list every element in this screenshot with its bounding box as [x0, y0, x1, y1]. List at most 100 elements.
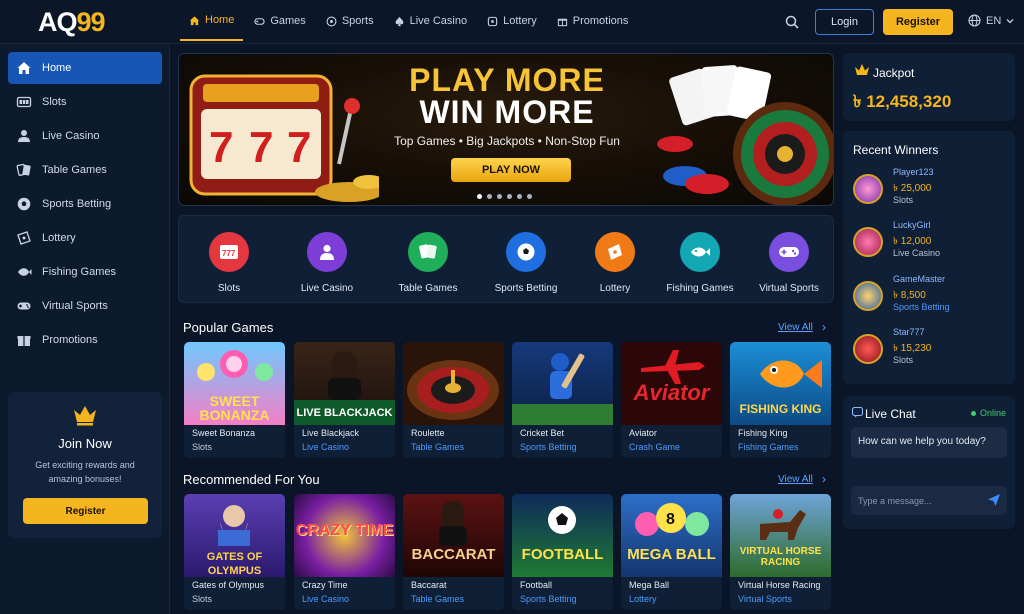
game-thumbnail: [512, 342, 613, 425]
language-selector[interactable]: EN: [968, 14, 1014, 27]
sidebar-item-table-games[interactable]: Table Games: [8, 154, 162, 186]
winner-item: LuckyGirl ৳ 12,000 Live Casino: [853, 220, 1013, 264]
dealer-icon: [16, 128, 32, 144]
avatar: [853, 174, 883, 204]
football-illustration: [548, 506, 576, 534]
game-card-virtual-horse-racing[interactable]: VIRTUAL HORSE RACING Virtual Horse Racin…: [730, 494, 831, 610]
game-thumbnail: 8 MEGA BALL: [621, 494, 722, 577]
sidebar-item-lottery[interactable]: Lottery: [8, 222, 162, 254]
chevron-down-icon: [1006, 18, 1014, 23]
game-card-baccarat[interactable]: BACCARAT Baccarat Table Games: [403, 494, 504, 610]
game-card-cricket-bet[interactable]: Cricket Bet Sports Betting: [512, 342, 613, 458]
jackpot-label: Jackpot: [873, 66, 915, 80]
nav-live-casino[interactable]: Live Casino: [385, 1, 476, 41]
soccer-ball-icon: [16, 196, 32, 212]
main-nav: Home Games Sports Live Casino Lottery Pr…: [180, 0, 639, 44]
sidebar-item-slots[interactable]: Slots: [8, 86, 162, 118]
chat-bubble-icon: [852, 407, 863, 418]
nav-promotions[interactable]: Promotions: [548, 1, 638, 41]
search-icon[interactable]: [784, 14, 800, 30]
nav-games[interactable]: Games: [245, 1, 314, 41]
login-button[interactable]: Login: [815, 9, 874, 35]
game-thumbnail: FISHING KING: [730, 342, 831, 425]
recent-winners-title: Recent Winners: [853, 143, 939, 157]
sidebar-item-sports-betting[interactable]: Sports Betting: [8, 188, 162, 220]
carousel-dot[interactable]: [497, 194, 502, 199]
sidebar-item-fishing-games[interactable]: Fishing Games: [8, 256, 162, 288]
game-card-fishing-king[interactable]: FISHING KING Fishing King Fishing Games: [730, 342, 831, 458]
sidebar: Home Slots Live Casino Table Games Sport…: [0, 44, 170, 614]
cricket-player-illustration: [512, 353, 613, 425]
category-table-games[interactable]: Table Games: [384, 232, 472, 294]
game-card-gates-of-olympus[interactable]: GATES OF OLYMPUS Gates of Olympus Slots: [184, 494, 285, 610]
avatar: [853, 281, 883, 311]
nav-home[interactable]: Home: [180, 1, 244, 41]
sidebar-item-virtual-sports[interactable]: Virtual Sports: [8, 290, 162, 322]
banner-subtitle: Top Games • Big Jackpots • Non-Stop Fun: [394, 134, 620, 148]
popular-view-all-link[interactable]: View All: [778, 322, 813, 333]
globe-icon: [968, 14, 981, 27]
game-card-mega-ball[interactable]: 8 MEGA BALL Mega Ball Lottery: [621, 494, 722, 610]
chevron-right-icon[interactable]: ›: [822, 472, 826, 486]
winner-item: Star777 ৳ 15,230 Slots: [853, 327, 1013, 371]
carousel-dots: [477, 194, 532, 199]
soccer-ball-icon: [326, 16, 337, 26]
game-thumbnail: GATES OF OLYMPUS: [184, 494, 285, 577]
game-card-roulette[interactable]: Roulette Table Games: [403, 342, 504, 458]
gamepad-icon: [254, 17, 265, 25]
sidebar-item-promotions[interactable]: Promotions: [8, 324, 162, 356]
dealer-illustration: [439, 500, 467, 546]
home-icon: [189, 15, 200, 25]
register-button[interactable]: Register: [883, 9, 953, 35]
game-card-crazy-time[interactable]: CRAZY TIME Crazy Time Live Casino: [294, 494, 395, 610]
category-virtual-sports[interactable]: Virtual Sports: [745, 232, 833, 294]
avatar: [853, 227, 883, 257]
cards-icon: [408, 232, 448, 272]
recommended-view-all-link[interactable]: View All: [778, 474, 813, 485]
game-card-aviator[interactable]: Aviator Aviator Crash Game: [621, 342, 722, 458]
status-dot: [971, 410, 976, 416]
cards-icon: [16, 162, 32, 178]
game-thumbnail: CRAZY TIME: [294, 494, 395, 577]
game-thumbnail: BACCARAT: [403, 494, 504, 577]
svg-text:8: 8: [666, 511, 675, 528]
nav-lottery[interactable]: Lottery: [478, 1, 546, 41]
game-thumbnail: VIRTUAL HORSE RACING: [730, 494, 831, 577]
top-bar: AQ99 Home Games Sports Live Casino Lotte…: [0, 0, 1024, 44]
sidebar-item-live-casino[interactable]: Live Casino: [8, 120, 162, 152]
game-card-live-blackjack[interactable]: LIVE BLACKJACK Live Blackjack Live Casin…: [294, 342, 395, 458]
category-fishing-games[interactable]: Fishing Games: [656, 232, 744, 294]
carousel-dot[interactable]: [477, 194, 482, 199]
fish-icon: [680, 232, 720, 272]
recommended-title: Recommended For You: [183, 472, 320, 487]
game-thumbnail: Aviator: [621, 342, 722, 425]
game-thumbnail: SWEET BONANZA: [184, 342, 285, 425]
category-sports-betting[interactable]: Sports Betting: [482, 232, 570, 294]
crown-icon: [74, 406, 96, 426]
carousel-dot[interactable]: [507, 194, 512, 199]
home-icon: [16, 60, 32, 76]
svg-text:777: 777: [222, 249, 236, 258]
promo-register-button[interactable]: Register: [23, 498, 148, 524]
hero-banner[interactable]: 7 7 7 PLAY MORE WIN MORE Top Games • Big…: [178, 53, 834, 206]
category-strip: 777 Slots Live Casino Table Games Sports…: [178, 215, 834, 303]
category-lottery[interactable]: Lottery: [571, 232, 659, 294]
send-icon[interactable]: [987, 493, 1001, 507]
recent-winners-panel: Recent Winners Player123 ৳ 25,000 Slots …: [843, 131, 1015, 384]
game-card-football[interactable]: FOOTBALL Football Sports Betting: [512, 494, 613, 610]
category-slots[interactable]: 777 Slots: [185, 232, 273, 294]
online-status: Online: [971, 408, 1006, 418]
nav-sports[interactable]: Sports: [317, 1, 383, 41]
popular-games-title: Popular Games: [183, 320, 274, 335]
sidebar-item-home[interactable]: Home: [8, 52, 162, 84]
carousel-dot[interactable]: [527, 194, 532, 199]
chat-message-input[interactable]: [851, 486, 1007, 515]
controller-icon: [769, 232, 809, 272]
chevron-right-icon[interactable]: ›: [822, 320, 826, 334]
carousel-dot[interactable]: [517, 194, 522, 199]
carousel-dot[interactable]: [487, 194, 492, 199]
game-card-sweet-bonanza[interactable]: SWEET BONANZA Sweet Bonanza Slots: [184, 342, 285, 458]
play-now-button[interactable]: PLAY NOW: [451, 158, 571, 182]
brand-logo[interactable]: AQ99: [38, 8, 106, 36]
category-live-casino[interactable]: Live Casino: [283, 232, 371, 294]
